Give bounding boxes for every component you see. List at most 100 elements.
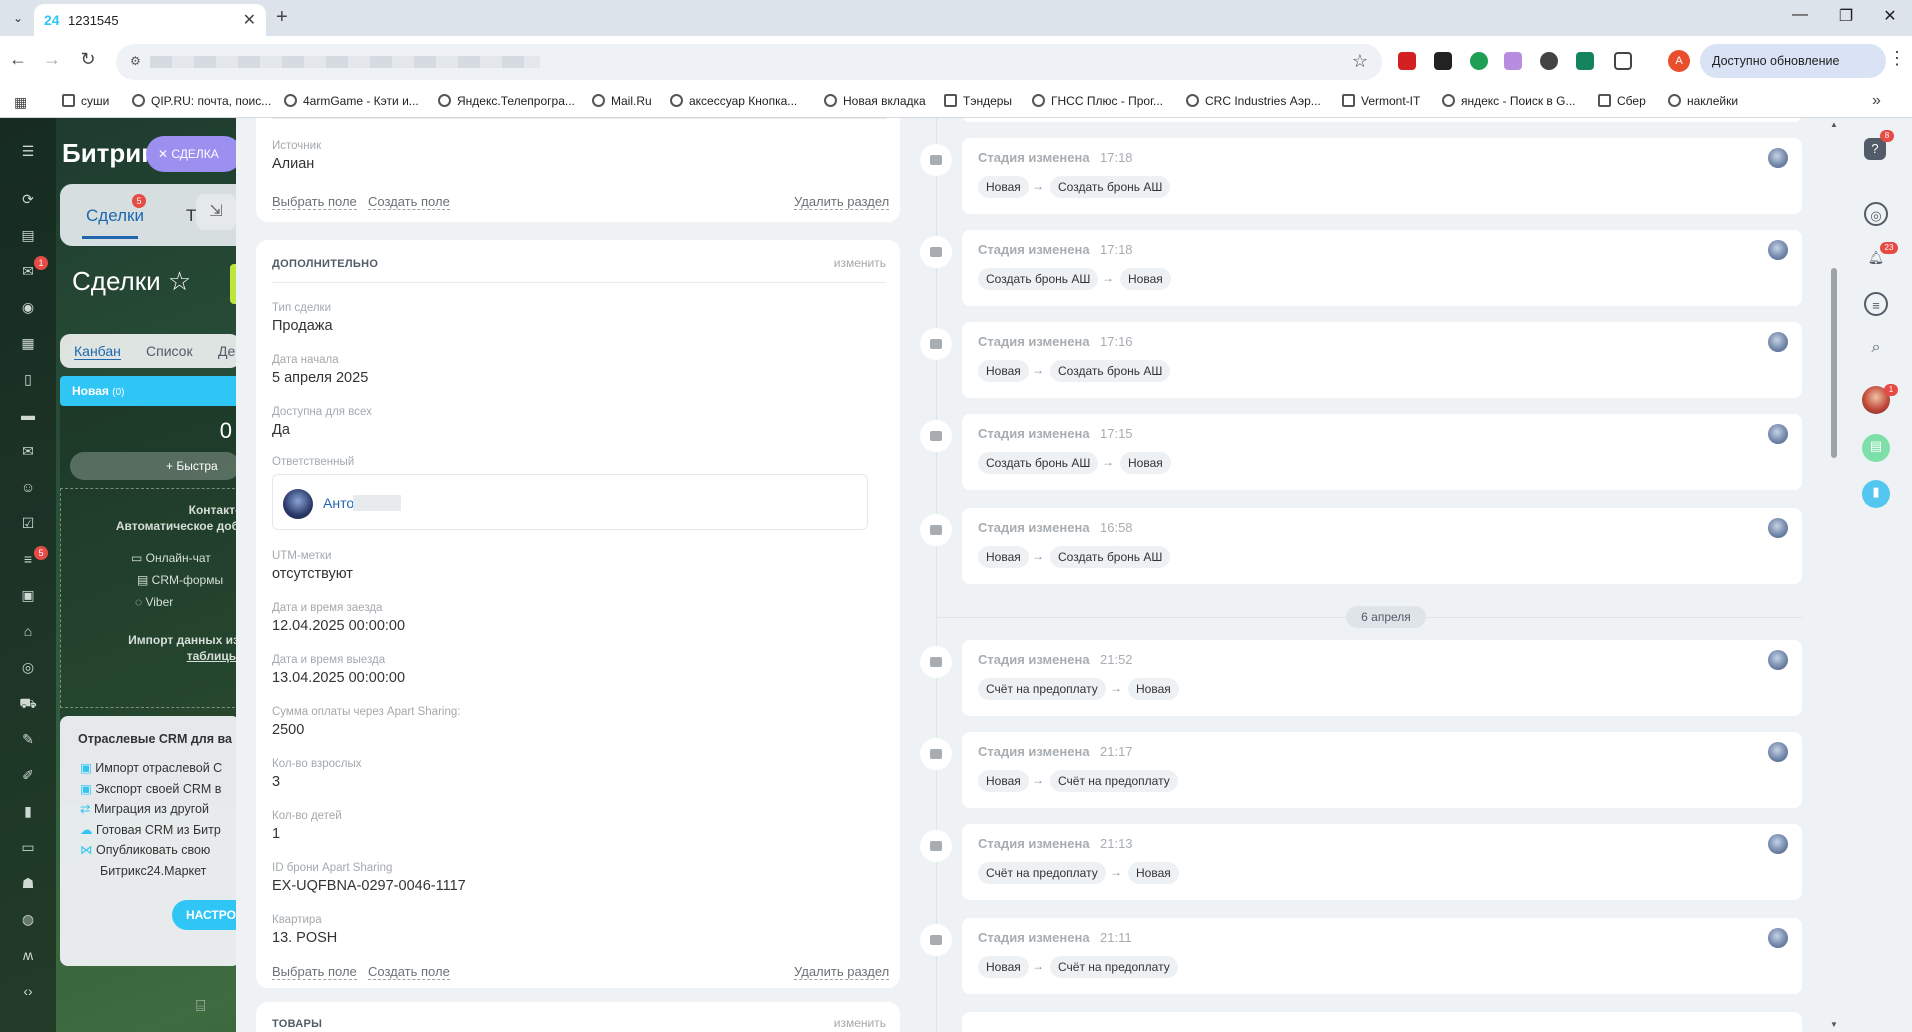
developer-icon[interactable]: ‹› xyxy=(19,982,37,1000)
reload-icon[interactable]: ↻ xyxy=(76,49,100,70)
trash-icon[interactable]: ⌸ xyxy=(196,998,206,1016)
close-tab-icon[interactable]: ✕ xyxy=(243,10,256,30)
field-value[interactable]: 5 апреля 2025 xyxy=(272,370,368,386)
chrome-update-button[interactable]: Доступно обновление Chrome xyxy=(1700,44,1886,102)
employees-icon[interactable]: ☺ xyxy=(19,478,37,496)
channel-online-chat[interactable]: ▭ Онлайн-чат xyxy=(131,551,211,565)
bookmark-item[interactable]: Сбер xyxy=(1598,94,1646,108)
analytics-icon[interactable]: ▮ xyxy=(19,802,37,820)
bookmark-item[interactable]: Новая вкладка xyxy=(824,94,926,108)
industry-item[interactable]: ⇄ Миграция из другой xyxy=(80,799,222,820)
bot-icon[interactable]: ☗ xyxy=(19,874,37,892)
forward-icon[interactable]: → xyxy=(40,49,64,70)
scrollbar[interactable]: ▲ ▼ xyxy=(1828,118,1840,1032)
pdf-extension-icon[interactable] xyxy=(1398,52,1416,70)
menu-burger-icon[interactable]: ☰ xyxy=(19,142,37,160)
industry-item[interactable]: ☁ Готовая CRM из Битр xyxy=(80,820,222,841)
create-field-link[interactable]: Создать поле xyxy=(368,194,450,210)
bookmark-item[interactable]: Тэндеры xyxy=(944,94,1012,108)
activity-icon[interactable]: ⟳ xyxy=(19,190,37,208)
sign-icon[interactable]: ✎ xyxy=(19,730,37,748)
field-value[interactable]: 13.04.2025 00:00:00 xyxy=(272,670,405,686)
back-icon[interactable]: ← xyxy=(6,49,30,70)
profile-avatar[interactable]: A xyxy=(1668,50,1690,72)
bookmark-item[interactable]: суши xyxy=(62,94,109,108)
feed-icon[interactable]: ▤ xyxy=(19,226,37,244)
bookmark-item[interactable]: Mail.Ru xyxy=(592,94,652,108)
industry-item[interactable]: ⋈ Опубликовать свою xyxy=(80,840,222,861)
field-value[interactable]: Продажа xyxy=(272,318,333,334)
new-tab-icon[interactable]: + xyxy=(276,6,288,29)
bookmark-star-icon[interactable]: ☆ xyxy=(1352,51,1368,72)
tab-other[interactable]: Т xyxy=(186,206,196,226)
import-table-link[interactable]: таблицы xyxy=(187,649,239,663)
field-value[interactable]: Да xyxy=(272,422,290,438)
site-settings-icon[interactable]: ⚙ xyxy=(130,54,144,68)
puzzle-extensions-icon[interactable] xyxy=(1614,52,1632,70)
field-value[interactable]: 12.04.2025 00:00:00 xyxy=(272,618,405,634)
industry-item[interactable]: ▣ Экспорт своей CRM в xyxy=(80,779,222,800)
marketing-icon[interactable]: ◎ xyxy=(19,658,37,676)
vue-extension-icon[interactable] xyxy=(1576,52,1594,70)
author-avatar[interactable] xyxy=(1768,518,1788,538)
author-avatar[interactable] xyxy=(1768,148,1788,168)
favorite-star-icon[interactable]: ☆ xyxy=(168,266,191,296)
search-icon[interactable]: ⌕ xyxy=(1864,336,1888,360)
delete-section-link[interactable]: Удалить раздел xyxy=(794,964,890,980)
author-avatar[interactable] xyxy=(1768,240,1788,260)
select-field-link[interactable]: Выбрать поле xyxy=(272,194,357,210)
bookmark-item[interactable]: 4armGame - Кэти и... xyxy=(284,94,419,108)
channel-crm-forms[interactable]: ▤ CRM-формы xyxy=(137,573,223,587)
author-avatar[interactable] xyxy=(1768,834,1788,854)
view-kanban[interactable]: Канбан xyxy=(74,343,121,360)
field-value[interactable]: 2500 xyxy=(272,722,304,738)
delete-section-link[interactable]: Удалить раздел xyxy=(794,194,890,210)
scrollbar-thumb[interactable] xyxy=(1831,268,1837,458)
groups-icon[interactable]: ◉ xyxy=(19,298,37,316)
quick-add-button[interactable]: + Быстра xyxy=(70,452,240,480)
bookmark-item[interactable]: QIP.RU: почта, поис... xyxy=(132,94,271,108)
tab-deals[interactable]: Сделки xyxy=(86,206,144,226)
more-bookmarks-icon[interactable]: » xyxy=(1872,92,1881,110)
bookmark-item[interactable]: CRC Industries Аэр... xyxy=(1186,94,1321,108)
bookmark-item[interactable]: Vermont-IT xyxy=(1342,94,1420,108)
field-value[interactable]: 13. POSH xyxy=(272,930,337,946)
mail-icon[interactable]: ✉ xyxy=(19,442,37,460)
kanban-column-header[interactable]: Новая (0) xyxy=(60,376,240,406)
author-avatar[interactable] xyxy=(1768,332,1788,352)
timeman-icon[interactable]: ◎ xyxy=(1864,202,1888,226)
bookmark-item[interactable]: наклейки xyxy=(1668,94,1738,108)
market-icon[interactable]: ʍ xyxy=(19,946,37,964)
minimize-icon[interactable]: — xyxy=(1780,6,1820,24)
author-avatar[interactable] xyxy=(1768,650,1788,670)
scroll-down-icon[interactable]: ▼ xyxy=(1830,1020,1838,1029)
section-edit-link[interactable]: изменить xyxy=(834,1016,886,1030)
responsible-field[interactable]: Антон xyxy=(272,474,868,530)
address-bar[interactable]: ⚙ ☆ xyxy=(116,44,1382,80)
author-avatar[interactable] xyxy=(1768,742,1788,762)
collapse-icon[interactable]: ⇲ xyxy=(196,194,236,230)
select-field-link[interactable]: Выбрать поле xyxy=(272,964,357,980)
field-value[interactable]: 3 xyxy=(272,774,280,790)
edit-icon[interactable]: ✐ xyxy=(19,766,37,784)
view-other[interactable]: Де xyxy=(218,343,235,359)
window-close-icon[interactable]: ✕ xyxy=(1870,6,1910,26)
menu-kebab-icon[interactable]: ⋮ xyxy=(1888,48,1906,69)
calendar-icon[interactable]: ▦ xyxy=(19,334,37,352)
field-value[interactable]: отсутствуют xyxy=(272,566,353,582)
section-edit-link[interactable]: изменить xyxy=(834,256,886,270)
store-icon[interactable]: ⌂ xyxy=(19,622,37,640)
source-value[interactable]: Алиан xyxy=(272,156,314,172)
apps-grid-icon[interactable]: ▦ xyxy=(14,94,27,111)
view-list[interactable]: Список xyxy=(146,343,193,359)
messenger-icon[interactable]: ≡ xyxy=(1864,292,1888,316)
deal-slider-label[interactable]: ✕ СДЕЛКА xyxy=(146,136,242,172)
industry-item[interactable]: ▣ Импорт отраслевой С xyxy=(80,758,222,779)
author-avatar[interactable] xyxy=(1768,928,1788,948)
field-value[interactable]: EX-UQFBNA-0297-0046-1117 xyxy=(272,878,466,894)
bookmark-item[interactable]: ГНСС Плюс - Прог... xyxy=(1032,94,1163,108)
create-field-link[interactable]: Создать поле xyxy=(368,964,450,980)
shield-extension-icon[interactable] xyxy=(1470,52,1488,70)
automation-icon[interactable]: ◍ xyxy=(19,910,37,928)
channel-viber[interactable]: ◌ Viber xyxy=(135,595,173,609)
